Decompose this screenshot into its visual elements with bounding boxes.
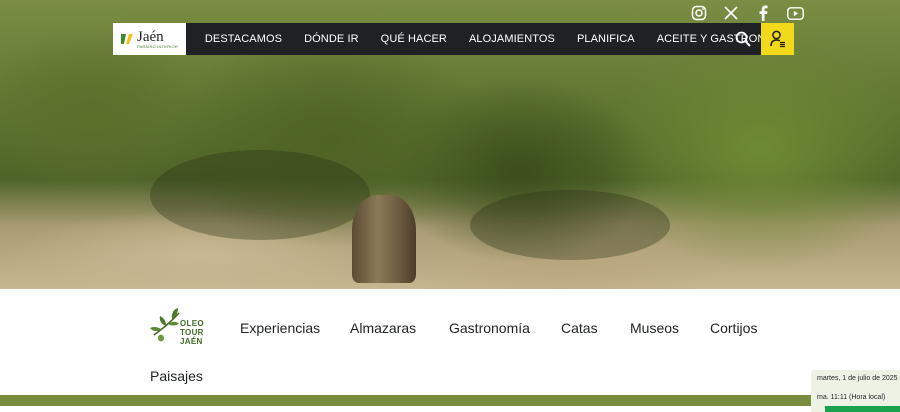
- current-date: martes, 1 de julio de 2025: [817, 375, 898, 382]
- logo-title: Jaén: [137, 28, 164, 45]
- instagram-icon[interactable]: [690, 4, 708, 22]
- x-icon[interactable]: [722, 4, 740, 22]
- clock-accent-bar: [825, 406, 900, 412]
- oleotour-logo-line: TOUR: [180, 328, 204, 337]
- oleotour-item-experiencias[interactable]: Experiencias: [240, 320, 320, 336]
- date-time-widget: martes, 1 de julio de 2025 ma. 11:11 (Ho…: [811, 370, 900, 412]
- main-navigation: Jaén PARAÍSO INTERIOR DESTACAMOS DÓNDE I…: [113, 23, 794, 55]
- logo-subtitle: PARAÍSO INTERIOR: [137, 43, 178, 49]
- tree-shadow: [470, 190, 670, 260]
- nav-item-destacamos[interactable]: DESTACAMOS: [205, 33, 282, 45]
- oleotour-item-almazaras[interactable]: Almazaras: [350, 320, 416, 336]
- search-icon: [735, 31, 751, 47]
- user-account-button[interactable]: [761, 23, 794, 55]
- oleotour-item-museos[interactable]: Museos: [630, 320, 679, 336]
- jaen-logo-mark-icon: [121, 34, 133, 44]
- oleotour-logo-line: JAÉN: [180, 337, 203, 346]
- olive-tree-trunk: [352, 195, 416, 283]
- oleotour-item-gastronomia[interactable]: Gastronomía: [449, 320, 530, 336]
- social-links: [690, 4, 804, 22]
- current-time: ma. 11:11 (Hora local): [817, 394, 886, 401]
- nav-item-donde-ir[interactable]: DÓNDE IR: [304, 33, 359, 45]
- oleotour-item-cortijos[interactable]: Cortijos: [710, 320, 757, 336]
- facebook-icon[interactable]: [754, 4, 772, 22]
- oleotour-logo-text[interactable]: OLEO TOUR JAÉN: [180, 319, 204, 346]
- olive-divider-bar: [0, 395, 900, 406]
- oleotour-logo-line: OLEO: [180, 319, 204, 328]
- nav-item-alojamientos[interactable]: ALOJAMIENTOS: [469, 33, 555, 45]
- jaen-logo[interactable]: Jaén PARAÍSO INTERIOR: [113, 23, 186, 55]
- tree-shadow: [150, 150, 370, 240]
- nav-menu: DESTACAMOS DÓNDE IR QUÉ HACER ALOJAMIENT…: [186, 23, 794, 55]
- nav-item-que-hacer[interactable]: QUÉ HACER: [381, 33, 447, 45]
- oleotour-item-paisajes[interactable]: Paisajes: [150, 368, 203, 384]
- oleotour-item-catas[interactable]: Catas: [561, 320, 598, 336]
- nav-item-planifica[interactable]: PLANIFICA: [577, 33, 635, 45]
- search-button[interactable]: [733, 29, 753, 49]
- youtube-icon[interactable]: [786, 4, 804, 22]
- user-icon: [769, 30, 785, 48]
